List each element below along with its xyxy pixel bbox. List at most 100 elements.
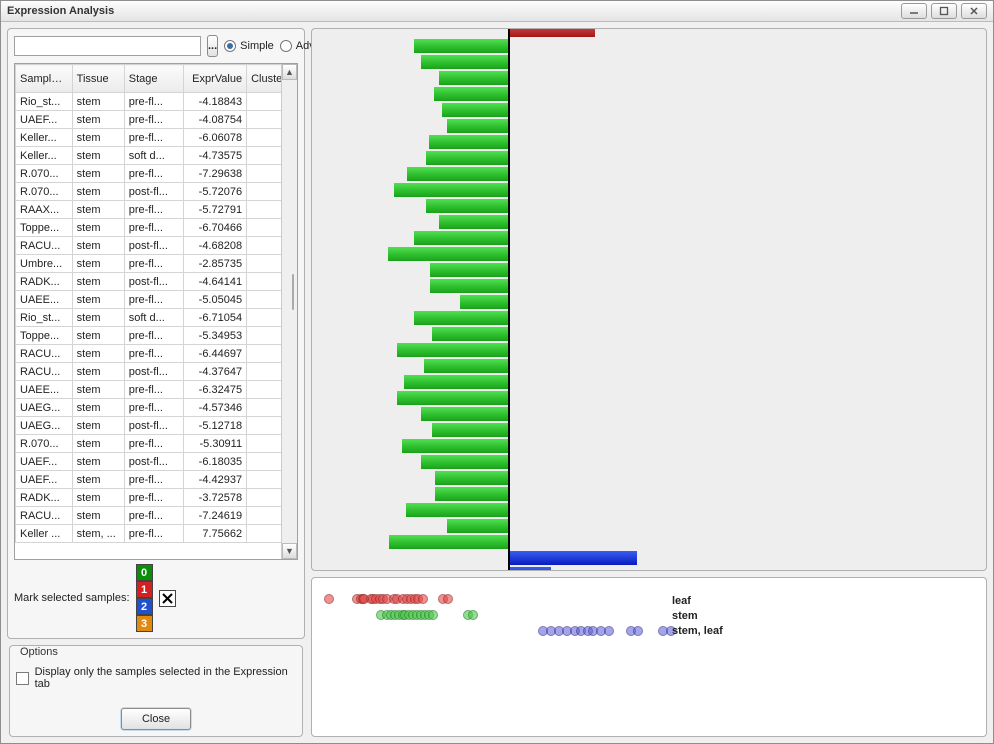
table-row[interactable]: Umbre...stempre-fl...-2.85735 <box>16 255 297 273</box>
table-row[interactable]: RADK...stempre-fl...-3.72578 <box>16 489 297 507</box>
axis-zero-line <box>508 28 510 571</box>
cell-stage: pre-fl... <box>124 381 183 399</box>
cell-tissue: stem <box>72 363 124 381</box>
cell-expr: -6.70466 <box>183 219 246 237</box>
cell-expr: 7.75662 <box>183 525 246 543</box>
cell-sample: R.070... <box>16 183 73 201</box>
cell-sample: UAEF... <box>16 453 73 471</box>
table-row[interactable]: UAEG...stempre-fl...-4.57346 <box>16 399 297 417</box>
bar <box>421 55 508 69</box>
cell-expr: -6.71054 <box>183 309 246 327</box>
cell-expr: -2.85735 <box>183 255 246 273</box>
minimize-button[interactable] <box>901 3 927 19</box>
cell-expr: -6.32475 <box>183 381 246 399</box>
minimize-icon <box>909 6 919 16</box>
scatter-dot <box>604 626 614 636</box>
table-row[interactable]: UAEE...stempre-fl...-6.32475 <box>16 381 297 399</box>
scroll-down-icon[interactable]: ▼ <box>282 543 297 559</box>
cell-stage: pre-fl... <box>124 165 183 183</box>
table-row[interactable]: RACU...stempre-fl...-6.44697 <box>16 345 297 363</box>
table-row[interactable]: Toppe...stempre-fl...-5.34953 <box>16 327 297 345</box>
cell-tissue: stem <box>72 471 124 489</box>
cell-stage: pre-fl... <box>124 489 183 507</box>
cell-expr: -4.08754 <box>183 111 246 129</box>
table-row[interactable]: R.070...stempre-fl...-7.29638 <box>16 165 297 183</box>
table-row[interactable]: Keller...stemsoft d...-4.73575 <box>16 147 297 165</box>
cell-tissue: stem <box>72 435 124 453</box>
scroll-up-icon[interactable]: ▲ <box>282 64 297 80</box>
cell-sample: RACU... <box>16 363 73 381</box>
col-tissue[interactable]: Tissue <box>72 65 124 93</box>
cell-stage: post-fl... <box>124 237 183 255</box>
table-row[interactable]: R.070...stempre-fl...-5.30911 <box>16 435 297 453</box>
search-input[interactable] <box>14 36 201 56</box>
radio-simple-label: Simple <box>240 40 274 52</box>
cell-stage: pre-fl... <box>124 219 183 237</box>
cell-expr: -6.44697 <box>183 345 246 363</box>
bar <box>460 295 508 309</box>
table-row[interactable]: UAEF...stempre-fl...-4.08754 <box>16 111 297 129</box>
titlebar: Expression Analysis <box>1 1 993 22</box>
bar <box>508 567 551 571</box>
col-expr[interactable]: ExprValue <box>183 65 246 93</box>
table-row[interactable]: Toppe...stempre-fl...-6.70466 <box>16 219 297 237</box>
bar <box>508 551 637 565</box>
cell-expr: -4.64141 <box>183 273 246 291</box>
cell-stage: pre-fl... <box>124 327 183 345</box>
bar <box>426 151 509 165</box>
mark-clear-button[interactable] <box>159 590 176 607</box>
scatter-dot <box>418 594 428 604</box>
table-row[interactable]: Keller ...stem, ...pre-fl...7.75662 <box>16 525 297 543</box>
legend-leaf: leaf <box>672 594 723 609</box>
table-row[interactable]: UAEG...stempost-fl...-5.12718 <box>16 417 297 435</box>
table-row[interactable]: UAEF...stempre-fl...-4.42937 <box>16 471 297 489</box>
bar <box>426 199 509 213</box>
close-button[interactable] <box>961 3 987 19</box>
col-sample[interactable]: Sample Name <box>16 65 73 93</box>
bar <box>435 471 508 485</box>
col-stage[interactable]: Stage <box>124 65 183 93</box>
bar <box>397 343 508 357</box>
table-row[interactable]: UAEF...stempost-fl...-6.18035 <box>16 453 297 471</box>
cell-tissue: stem <box>72 183 124 201</box>
table-row[interactable]: R.070...stempost-fl...-5.72076 <box>16 183 297 201</box>
mark-button-0[interactable]: 0 <box>136 564 153 581</box>
cell-sample: RAAX... <box>16 201 73 219</box>
maximize-button[interactable] <box>931 3 957 19</box>
cell-sample: UAEF... <box>16 471 73 489</box>
cell-sample: RADK... <box>16 273 73 291</box>
table-row[interactable]: Keller...stempre-fl...-6.06078 <box>16 129 297 147</box>
samples-table[interactable]: Sample Name Tissue Stage ExprValue Clust… <box>14 63 298 560</box>
table-row[interactable]: RADK...stempost-fl...-4.64141 <box>16 273 297 291</box>
bar <box>421 455 508 469</box>
cell-sample: Rio_st... <box>16 309 73 327</box>
bar <box>439 215 508 229</box>
mark-button-1[interactable]: 1 <box>136 581 153 598</box>
table-row[interactable]: UAEE...stempre-fl...-5.05045 <box>16 291 297 309</box>
cell-tissue: stem <box>72 345 124 363</box>
cell-expr: -7.24619 <box>183 507 246 525</box>
browse-button[interactable]: ... <box>207 35 218 57</box>
table-row[interactable]: RACU...stempost-fl...-4.68208 <box>16 237 297 255</box>
table-row[interactable]: RACU...stempre-fl...-7.24619 <box>16 507 297 525</box>
table-row[interactable]: RAAX...stempre-fl...-5.72791 <box>16 201 297 219</box>
table-row[interactable]: Rio_st...stemsoft d...-6.71054 <box>16 309 297 327</box>
display-only-checkbox[interactable] <box>16 672 29 685</box>
scatter-dot <box>324 594 334 604</box>
table-row[interactable]: Rio_st...stempre-fl...-4.18843 <box>16 93 297 111</box>
mark-button-3[interactable]: 3 <box>136 615 153 632</box>
bar <box>435 487 508 501</box>
scatter-dot <box>633 626 643 636</box>
mark-button-2[interactable]: 2 <box>136 598 153 615</box>
cell-expr: -5.72076 <box>183 183 246 201</box>
scroll-thumb[interactable] <box>292 274 294 310</box>
close-button-dialog[interactable]: Close <box>121 708 191 730</box>
cell-expr: -6.18035 <box>183 453 246 471</box>
table-row[interactable]: RACU...stempost-fl...-4.37647 <box>16 363 297 381</box>
radio-simple[interactable]: Simple <box>224 40 274 52</box>
cell-stage: pre-fl... <box>124 345 183 363</box>
bar <box>447 519 508 533</box>
table-scrollbar[interactable]: ▲ ▼ <box>281 64 297 559</box>
cell-sample: Keller... <box>16 129 73 147</box>
cell-sample: RADK... <box>16 489 73 507</box>
